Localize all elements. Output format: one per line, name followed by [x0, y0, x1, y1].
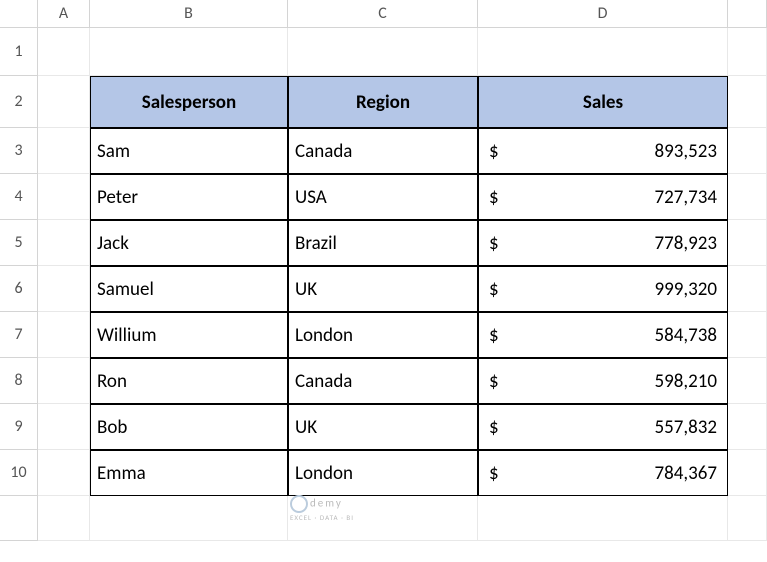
cell-sales[interactable]: $557,832	[478, 404, 728, 450]
row-header-6[interactable]: 6	[0, 266, 38, 312]
col-header-B[interactable]: B	[90, 0, 288, 28]
cell-E8[interactable]	[728, 358, 767, 404]
row-header-10[interactable]: 10	[0, 450, 38, 496]
cell-sales[interactable]: $893,523	[478, 128, 728, 174]
cell-region[interactable]: USA	[288, 174, 478, 220]
cell-A6[interactable]	[38, 266, 90, 312]
sales-value: 893,523	[654, 140, 717, 163]
cell-region[interactable]: Brazil	[288, 220, 478, 266]
cell-salesperson[interactable]: Willium	[90, 312, 288, 358]
cell-A2[interactable]	[38, 76, 90, 128]
col-header-A[interactable]: A	[38, 0, 90, 28]
sales-value: 778,923	[654, 232, 717, 255]
cell-B1[interactable]	[90, 28, 288, 76]
cell-salesperson[interactable]: Bob	[90, 404, 288, 450]
header-region[interactable]: Region	[288, 76, 478, 128]
select-all-corner[interactable]	[0, 0, 38, 28]
cell-sales[interactable]: $999,320	[478, 266, 728, 312]
cell-salesperson[interactable]: Jack	[90, 220, 288, 266]
cell-sales[interactable]: $784,367	[478, 450, 728, 496]
cell-A1[interactable]	[38, 28, 90, 76]
cell-region[interactable]: Canada	[288, 358, 478, 404]
spreadsheet-grid[interactable]: A B C D 1 2 Salesperson Region Sales 3 S…	[0, 0, 767, 541]
currency-symbol: $	[489, 370, 499, 393]
currency-symbol: $	[489, 140, 499, 163]
cell-sales[interactable]: $598,210	[478, 358, 728, 404]
cell-A7[interactable]	[38, 312, 90, 358]
col-header-D[interactable]: D	[478, 0, 728, 28]
currency-symbol: $	[489, 416, 499, 439]
row-header-9[interactable]: 9	[0, 404, 38, 450]
cell-region[interactable]: Canada	[288, 128, 478, 174]
cell-region[interactable]: London	[288, 312, 478, 358]
cell-E7[interactable]	[728, 312, 767, 358]
currency-symbol: $	[489, 462, 499, 485]
cell-E9[interactable]	[728, 404, 767, 450]
row-header-5[interactable]: 5	[0, 220, 38, 266]
cell-empty[interactable]	[90, 496, 288, 541]
sales-value: 584,738	[654, 324, 717, 347]
currency-symbol: $	[489, 232, 499, 255]
header-sales[interactable]: Sales	[478, 76, 728, 128]
cell-empty[interactable]	[288, 496, 478, 541]
cell-salesperson[interactable]: Samuel	[90, 266, 288, 312]
row-header-1[interactable]: 1	[0, 28, 38, 76]
sales-value: 598,210	[654, 370, 717, 393]
cell-E4[interactable]	[728, 174, 767, 220]
cell-A9[interactable]	[38, 404, 90, 450]
row-header-2[interactable]: 2	[0, 76, 38, 128]
cell-region[interactable]: London	[288, 450, 478, 496]
header-salesperson[interactable]: Salesperson	[90, 76, 288, 128]
row-header-more[interactable]	[0, 496, 38, 541]
cell-empty[interactable]	[728, 496, 767, 541]
cell-sales[interactable]: $727,734	[478, 174, 728, 220]
cell-salesperson[interactable]: Sam	[90, 128, 288, 174]
cell-A8[interactable]	[38, 358, 90, 404]
cell-sales[interactable]: $584,738	[478, 312, 728, 358]
cell-empty[interactable]	[478, 496, 728, 541]
sales-value: 557,832	[654, 416, 717, 439]
cell-C1[interactable]	[288, 28, 478, 76]
cell-E10[interactable]	[728, 450, 767, 496]
cell-region[interactable]: UK	[288, 266, 478, 312]
col-header-C[interactable]: C	[288, 0, 478, 28]
row-header-3[interactable]: 3	[0, 128, 38, 174]
cell-salesperson[interactable]: Emma	[90, 450, 288, 496]
cell-A3[interactable]	[38, 128, 90, 174]
sales-value: 727,734	[654, 186, 717, 209]
cell-sales[interactable]: $778,923	[478, 220, 728, 266]
col-header-more[interactable]	[728, 0, 767, 28]
cell-E5[interactable]	[728, 220, 767, 266]
cell-A5[interactable]	[38, 220, 90, 266]
sales-value: 999,320	[654, 278, 717, 301]
cell-E6[interactable]	[728, 266, 767, 312]
sales-value: 784,367	[654, 462, 717, 485]
cell-salesperson[interactable]: Ron	[90, 358, 288, 404]
currency-symbol: $	[489, 278, 499, 301]
cell-E1[interactable]	[728, 28, 767, 76]
currency-symbol: $	[489, 186, 499, 209]
cell-A10[interactable]	[38, 450, 90, 496]
cell-E2[interactable]	[728, 76, 767, 128]
cell-salesperson[interactable]: Peter	[90, 174, 288, 220]
cell-empty[interactable]	[38, 496, 90, 541]
cell-E3[interactable]	[728, 128, 767, 174]
row-header-4[interactable]: 4	[0, 174, 38, 220]
cell-D1[interactable]	[478, 28, 728, 76]
currency-symbol: $	[489, 324, 499, 347]
cell-A4[interactable]	[38, 174, 90, 220]
row-header-7[interactable]: 7	[0, 312, 38, 358]
row-header-8[interactable]: 8	[0, 358, 38, 404]
cell-region[interactable]: UK	[288, 404, 478, 450]
